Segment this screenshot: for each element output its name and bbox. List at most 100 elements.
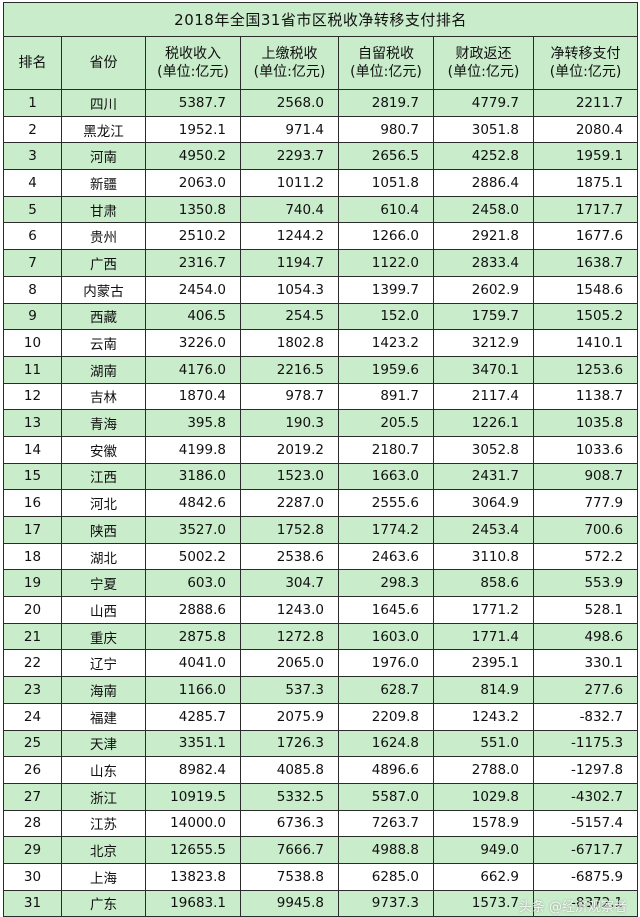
tax-revenue-cell: 8982.4 <box>145 756 241 784</box>
retained-tax-cell: 5587.0 <box>338 782 434 811</box>
header-label: 省份 <box>89 55 118 71</box>
rank-cell: 7 <box>3 249 62 277</box>
fiscal-return-cell: 1243.2 <box>433 702 534 731</box>
retained-tax-cell: 2180.7 <box>338 435 434 464</box>
remitted-tax-cell: 2216.5 <box>240 355 339 384</box>
net-transfer-cell: 1959.1 <box>532 142 639 171</box>
tax-revenue-cell: 4950.2 <box>145 142 241 171</box>
remitted-tax-cell: 2065.0 <box>240 649 339 678</box>
province-cell: 新疆 <box>61 169 146 197</box>
retained-tax-cell: 1399.7 <box>338 275 434 304</box>
net-transfer-cell: 1875.1 <box>532 169 639 197</box>
rank-cell: 18 <box>3 542 62 571</box>
net-transfer-cell: -1297.8 <box>532 756 639 784</box>
table-row: 25 天津 3351.1 1726.3 1624.8 551.0 -1175.3 <box>3 729 639 758</box>
province-cell: 甘肃 <box>61 195 146 224</box>
retained-tax-cell: 7263.7 <box>338 809 434 838</box>
province-header: 省份 <box>61 36 146 90</box>
fiscal-return-cell: 3064.9 <box>433 489 534 517</box>
rank-cell: 9 <box>3 302 62 331</box>
tax-revenue-cell: 2063.0 <box>145 169 241 197</box>
rank-cell: 14 <box>3 435 62 464</box>
table-row: 21 重庆 2875.8 1272.8 1603.0 1771.4 498.6 <box>3 622 639 651</box>
province-cell: 青海 <box>61 409 146 437</box>
remitted-tax-cell: 2568.0 <box>240 89 339 117</box>
rank-cell: 29 <box>3 836 62 864</box>
province-cell: 云南 <box>61 329 146 357</box>
remitted-tax-cell: 1011.2 <box>240 169 339 197</box>
table-row: 2 黑龙江 1952.1 971.4 980.7 3051.8 2080.4 <box>3 115 639 144</box>
fiscal-return-cell: 3110.8 <box>433 542 534 571</box>
fiscal-return-cell: 2602.9 <box>433 275 534 304</box>
header-unit: (单位:亿元) <box>350 64 422 80</box>
remitted-tax-cell: 971.4 <box>240 115 339 144</box>
remitted-tax-cell: 2075.9 <box>240 702 339 731</box>
retained-tax-cell: 2656.5 <box>338 142 434 171</box>
province-cell: 广东 <box>61 889 146 917</box>
fiscal-return-cell: 1771.4 <box>433 622 534 651</box>
header-unit: (单位:亿元) <box>157 64 229 80</box>
rank-cell: 20 <box>3 596 62 624</box>
tax-revenue-cell: 395.8 <box>145 409 241 437</box>
province-cell: 吉林 <box>61 382 146 411</box>
tax-revenue-cell: 406.5 <box>145 302 241 331</box>
table-row: 5 甘肃 1350.8 740.4 610.4 2458.0 1717.7 <box>3 195 639 224</box>
remitted-tax-cell: 740.4 <box>240 195 339 224</box>
table-row: 6 贵州 2510.2 1244.2 1266.0 2921.8 1677.6 <box>3 222 639 251</box>
rank-cell: 13 <box>3 409 62 437</box>
province-cell: 山东 <box>61 756 146 784</box>
rank-cell: 8 <box>3 275 62 304</box>
province-cell: 河北 <box>61 489 146 517</box>
tax-revenue-cell: 12655.5 <box>145 836 241 864</box>
rank-cell: 25 <box>3 729 62 758</box>
remitted-tax-cell: 7666.7 <box>240 836 339 864</box>
table-row: 13 青海 395.8 190.3 205.5 1226.1 1035.8 <box>3 409 639 437</box>
remitted-tax-cell: 1802.8 <box>240 329 339 357</box>
province-cell: 浙江 <box>61 782 146 811</box>
net-transfer-cell: 1505.2 <box>532 302 639 331</box>
header-label: 税收收入 <box>165 46 221 62</box>
fiscal-return-cell: 3212.9 <box>433 329 534 357</box>
remitted-tax-cell: 2538.6 <box>240 542 339 571</box>
rank-cell: 4 <box>3 169 62 197</box>
table-title: 2018年全国31省市区税收净转移支付排名 <box>2 2 639 37</box>
net-transfer-cell: 572.2 <box>532 542 639 571</box>
remitted-tax-cell: 2019.2 <box>240 435 339 464</box>
fiscal-return-cell: 551.0 <box>433 729 534 758</box>
province-cell: 江苏 <box>61 809 146 838</box>
retained-tax-cell: 205.5 <box>338 409 434 437</box>
tax-revenue-cell: 4176.0 <box>145 355 241 384</box>
remitted-tax-cell: 1272.8 <box>240 622 339 651</box>
tax-revenue-cell: 3351.1 <box>145 729 241 758</box>
rank-cell: 26 <box>3 756 62 784</box>
net-transfer-cell: 2211.7 <box>532 89 639 117</box>
fiscal-return-cell: 858.6 <box>433 569 534 598</box>
retained-tax-cell: 628.7 <box>338 676 434 704</box>
net-transfer-cell: -5157.4 <box>532 809 639 838</box>
tax-transfer-table: 2018年全国31省市区税收净转移支付排名 排名 省份 税收收入 (单位:亿元) 上缴税… <box>2 2 639 917</box>
tax-revenue-cell: 2454.0 <box>145 275 241 304</box>
tax-revenue-cell: 1166.0 <box>145 676 241 704</box>
retained-tax-cell: 2463.6 <box>338 542 434 571</box>
net-transfer-cell: 528.1 <box>532 596 639 624</box>
table-row: 27 浙江 10919.5 5332.5 5587.0 1029.8 -4302.7 <box>3 782 639 811</box>
rank-cell: 30 <box>3 862 62 891</box>
net-transfer-cell: -8372.1 <box>532 889 639 917</box>
header-unit: (单位:亿元) <box>549 64 622 80</box>
fiscal-return-cell: 2886.4 <box>433 169 534 197</box>
remitted-tax-cell: 1523.0 <box>240 462 339 491</box>
province-cell: 四川 <box>61 89 146 117</box>
net-transfer-cell: 777.9 <box>532 489 639 517</box>
remitted-tax-cell: 1194.7 <box>240 249 339 277</box>
province-cell: 湖北 <box>61 542 146 571</box>
tax-revenue-cell: 4199.8 <box>145 435 241 464</box>
remitted-tax-cell: 2293.7 <box>240 142 339 171</box>
retained-tax-cell: 2819.7 <box>338 89 434 117</box>
retained-tax-cell: 1423.2 <box>338 329 434 357</box>
fiscal-return-cell: 814.9 <box>433 676 534 704</box>
rank-cell: 17 <box>3 516 62 544</box>
tax-revenue-cell: 2888.6 <box>145 596 241 624</box>
table-row: 20 山西 2888.6 1243.0 1645.6 1771.2 528.1 <box>3 596 639 624</box>
tax-revenue-header: 税收收入 (单位:亿元) <box>145 36 241 90</box>
net-transfer-cell: 1033.6 <box>532 435 639 464</box>
